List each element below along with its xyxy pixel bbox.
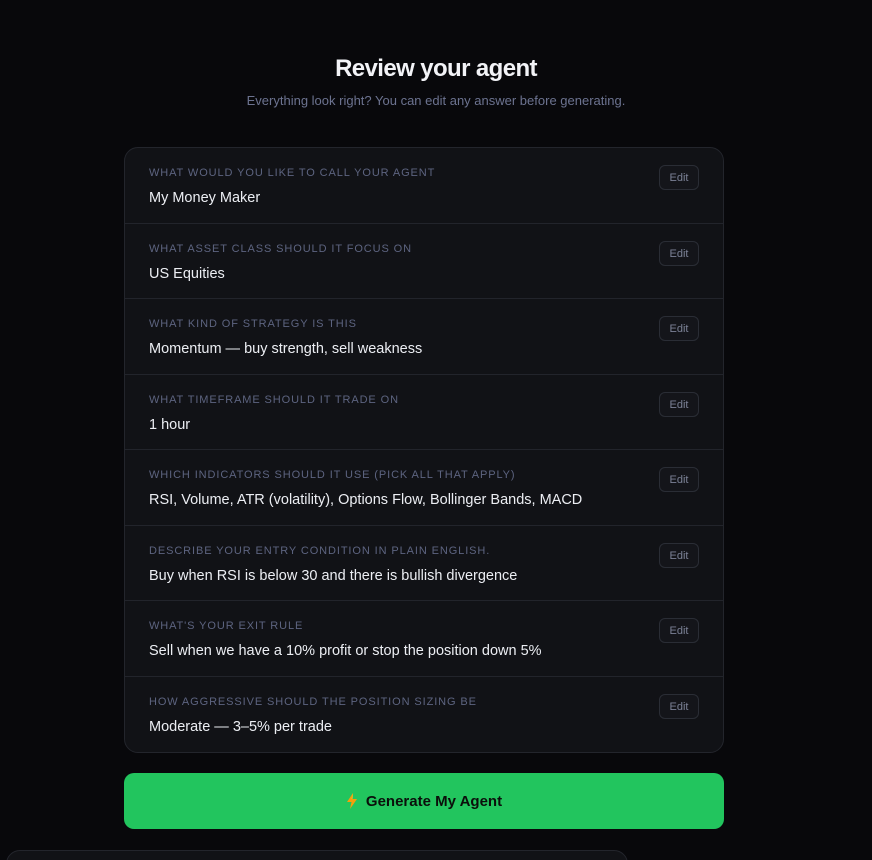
answer-row-timeframe: WHAT TIMEFRAME SHOULD IT TRADE ON 1 hour… bbox=[125, 375, 723, 450]
answer-value: My Money Maker bbox=[149, 190, 261, 206]
question-label: WHAT TIMEFRAME SHOULD IT TRADE ON bbox=[149, 393, 399, 406]
answer-row-entry-condition: DESCRIBE YOUR ENTRY CONDITION IN PLAIN E… bbox=[125, 526, 723, 601]
answer-row-indicators: WHICH INDICATORS SHOULD IT USE (PICK ALL… bbox=[125, 450, 723, 526]
review-page: Review your agent Everything look right?… bbox=[0, 0, 872, 860]
edit-agent-name-button[interactable]: Edit bbox=[659, 165, 699, 190]
lightning-bolt-icon bbox=[346, 793, 358, 809]
generate-label: Generate My Agent bbox=[365, 792, 503, 810]
bottom-panel bbox=[6, 850, 628, 860]
edit-strategy-button[interactable]: Edit bbox=[659, 316, 699, 341]
edit-exit-rule-button[interactable]: Edit bbox=[659, 618, 699, 643]
answer-row-strategy: WHAT KIND OF STRATEGY IS THIS Momentum —… bbox=[125, 299, 723, 375]
answer-row-exit-rule: WHAT'S YOUR EXIT RULE Sell when we have … bbox=[125, 601, 723, 677]
answer-value: US Equities bbox=[149, 265, 225, 282]
edit-position-sizing-button[interactable]: Edit bbox=[659, 693, 699, 719]
question-label: WHAT KIND OF STRATEGY IS THIS bbox=[149, 318, 357, 330]
generate-agent-button[interactable]: Generate My Agent bbox=[124, 773, 724, 829]
question-label: WHAT ASSET CLASS SHOULD IT FOCUS ON bbox=[149, 242, 412, 255]
question-label: WHICH INDICATORS SHOULD IT USE (PICK ALL… bbox=[149, 469, 516, 481]
edit-entry-condition-button[interactable]: Edit bbox=[659, 542, 699, 568]
answer-row-agent-name: WHAT WOULD YOU LIKE TO CALL YOUR AGENT M… bbox=[125, 148, 723, 224]
edit-timeframe-button[interactable]: Edit bbox=[659, 391, 699, 417]
answer-value: Buy when RSI is below 30 and there is bu… bbox=[149, 567, 518, 584]
question-label: DESCRIBE YOUR ENTRY CONDITION IN PLAIN E… bbox=[149, 544, 491, 557]
answer-value: Sell when we have a 10% profit or stop t… bbox=[149, 643, 542, 659]
question-label: WHAT'S YOUR EXIT RULE bbox=[149, 620, 304, 632]
page-subtitle: Everything look right? You can edit any … bbox=[246, 93, 626, 108]
edit-asset-class-button[interactable]: Edit bbox=[659, 240, 699, 266]
answer-value: Momentum — buy strength, sell weakness bbox=[149, 341, 423, 357]
answer-row-position-sizing: HOW AGGRESSIVE SHOULD THE POSITION SIZIN… bbox=[125, 677, 723, 753]
answer-value: 1 hour bbox=[149, 416, 191, 433]
question-label: WHAT WOULD YOU LIKE TO CALL YOUR AGENT bbox=[149, 167, 436, 179]
answer-value: RSI, Volume, ATR (volatility), Options F… bbox=[149, 492, 583, 508]
page-title: Review your agent bbox=[335, 55, 537, 82]
question-label: HOW AGGRESSIVE SHOULD THE POSITION SIZIN… bbox=[149, 695, 477, 708]
edit-indicators-button[interactable]: Edit bbox=[659, 467, 699, 492]
answer-row-asset-class: WHAT ASSET CLASS SHOULD IT FOCUS ON US E… bbox=[125, 224, 723, 299]
answers-card: WHAT WOULD YOU LIKE TO CALL YOUR AGENT M… bbox=[124, 147, 724, 753]
answer-value: Moderate — 3–5% per trade bbox=[149, 718, 332, 735]
